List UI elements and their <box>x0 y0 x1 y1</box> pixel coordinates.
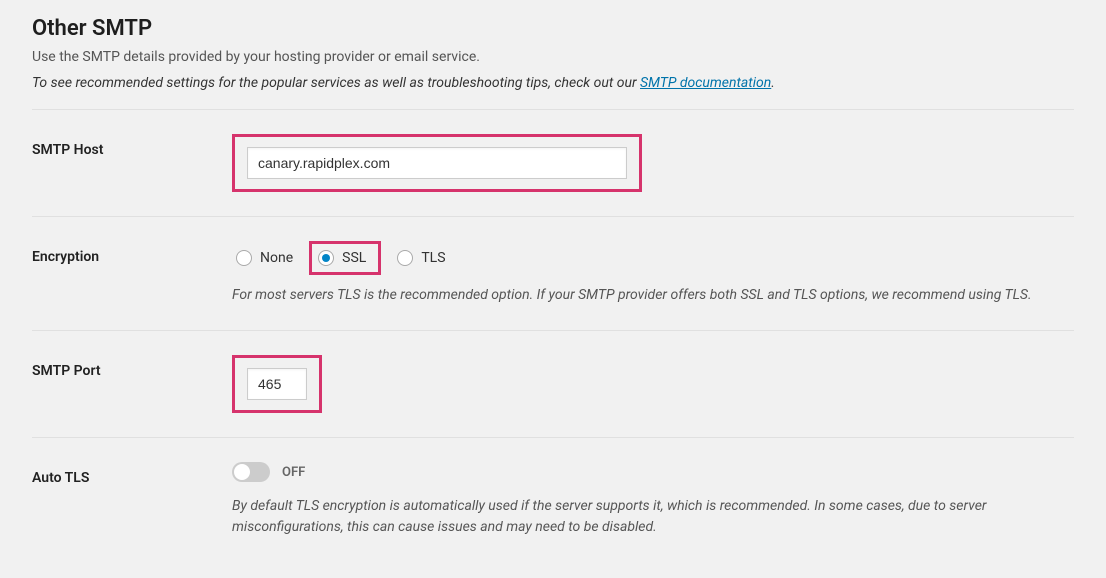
section-description: Use the SMTP details provided by your ho… <box>32 49 1074 65</box>
auto-tls-label: Auto TLS <box>32 462 232 486</box>
encryption-label: Encryption <box>32 241 232 265</box>
smtp-host-input[interactable] <box>247 147 627 179</box>
section-note: To see recommended settings for the popu… <box>32 75 1074 91</box>
smtp-documentation-link[interactable]: SMTP documentation <box>640 75 771 91</box>
auto-tls-help: By default TLS encryption is automatical… <box>232 496 1074 538</box>
radio-icon <box>236 250 252 266</box>
smtp-port-label: SMTP Port <box>32 355 232 379</box>
encryption-tls-label: TLS <box>421 250 445 266</box>
encryption-ssl-option[interactable]: SSL <box>309 241 381 275</box>
field-row-smtp-host: SMTP Host <box>32 109 1074 216</box>
smtp-host-highlight <box>232 134 642 192</box>
encryption-none-label: None <box>260 250 293 266</box>
encryption-ssl-label: SSL <box>342 250 366 266</box>
encryption-tls-option[interactable]: TLS <box>393 248 449 268</box>
auto-tls-toggle[interactable] <box>232 462 270 482</box>
field-row-auto-tls: Auto TLS OFF By default TLS encryption i… <box>32 437 1074 562</box>
section-title: Other SMTP <box>32 16 1074 41</box>
encryption-radio-group: None SSL TLS <box>232 241 1074 275</box>
radio-icon <box>397 250 413 266</box>
encryption-help: For most servers TLS is the recommended … <box>232 285 1074 306</box>
smtp-port-highlight <box>232 355 322 413</box>
auto-tls-state: OFF <box>282 465 305 480</box>
note-suffix: . <box>771 75 775 91</box>
radio-icon-selected <box>318 250 334 266</box>
field-row-encryption: Encryption None SSL TLS For most servers… <box>32 216 1074 330</box>
note-prefix: To see recommended settings for the popu… <box>32 75 640 91</box>
field-row-smtp-port: SMTP Port <box>32 330 1074 437</box>
smtp-port-input[interactable] <box>247 368 307 400</box>
smtp-host-label: SMTP Host <box>32 134 232 158</box>
auto-tls-toggle-wrap: OFF <box>232 462 305 482</box>
encryption-none-option[interactable]: None <box>232 248 297 268</box>
